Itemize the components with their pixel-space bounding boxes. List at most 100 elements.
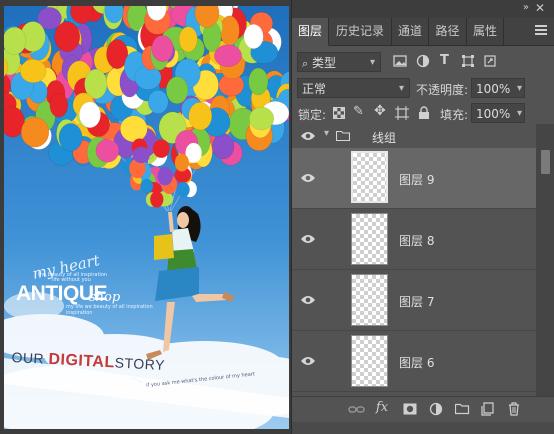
- eye-icon[interactable]: [300, 234, 316, 244]
- balloon: [188, 101, 213, 131]
- fill-input[interactable]: 100% ▾: [471, 103, 525, 123]
- tab-properties[interactable]: 属性: [467, 18, 504, 45]
- balloon: [140, 178, 154, 194]
- smart-object-filter-icon[interactable]: [483, 54, 497, 68]
- filter-row: ⌕ 类型 ▾ T: [292, 50, 554, 123]
- layer-row[interactable]: 图层 6: [292, 331, 536, 392]
- balloon: [176, 182, 190, 198]
- trash-icon[interactable]: [507, 402, 525, 418]
- balloon: [243, 24, 264, 49]
- balloon: [19, 59, 47, 84]
- poster-small-text: inspiration: [66, 310, 93, 316]
- panel-bottom-bar: fx: [292, 396, 554, 423]
- tab-layers[interactable]: 图层: [292, 18, 329, 46]
- balloon: [132, 146, 150, 164]
- poster-image: my heart the beauty of all inspiration l…: [4, 6, 289, 429]
- chevron-down-icon: ▾: [369, 57, 375, 68]
- eye-icon[interactable]: [300, 173, 316, 183]
- lock-image-pixels-icon[interactable]: ✎: [353, 104, 364, 119]
- chevron-down-icon: ▾: [516, 83, 522, 94]
- poster-title-script: shop: [89, 290, 121, 305]
- chevron-down-icon: ▾: [516, 108, 522, 119]
- search-icon: ⌕: [302, 57, 309, 70]
- balloon: [165, 76, 189, 105]
- eye-icon[interactable]: [300, 295, 316, 305]
- opacity-value: 100%: [476, 82, 511, 96]
- balloon: [219, 15, 240, 46]
- group-row[interactable]: ▾ 线组: [292, 124, 536, 149]
- layer-name: 图层 9: [399, 173, 435, 187]
- fill-value: 100%: [476, 107, 511, 121]
- folder-icon[interactable]: [455, 403, 473, 419]
- lock-all-icon[interactable]: [418, 106, 430, 120]
- balloon: [58, 123, 83, 152]
- balloon: [49, 93, 69, 118]
- tagline-highlight: DIGITAL: [48, 350, 116, 372]
- opacity-label: 不透明度:: [416, 83, 469, 97]
- lock-position-icon[interactable]: ✥: [374, 103, 386, 119]
- tab-paths[interactable]: 路径: [429, 18, 467, 45]
- adjustment-icon[interactable]: [429, 402, 447, 418]
- balloon: [54, 21, 81, 52]
- layers-panel: » ✕ 图层 历史记录 通道 路径 属性 ⌕ 类型 ▾ T 正常 ▾ 不透明度:…: [291, 0, 554, 434]
- filter-kind-value: 类型: [312, 56, 337, 70]
- layer-name: 图层 8: [399, 234, 435, 248]
- layer-row[interactable]: 图层 8: [292, 209, 536, 270]
- type-filter-icon[interactable]: T: [440, 53, 449, 68]
- image-filter-icon[interactable]: [393, 55, 407, 67]
- panel-title-strip: » ✕: [292, 0, 554, 18]
- tagline-part-1: OUR: [11, 349, 49, 367]
- layer-name: 图层 7: [399, 295, 435, 309]
- panel-tabbar: 图层 历史记录 通道 路径 属性: [292, 18, 554, 46]
- blend-mode-value: 正常: [302, 82, 327, 96]
- lock-label: 锁定:: [298, 108, 327, 122]
- lock-row: 锁定: ✎ ✥ 填充: 100% ▾: [292, 102, 554, 124]
- balloon: [211, 133, 235, 160]
- balloon: [214, 44, 242, 67]
- layer-thumbnail: [351, 151, 388, 203]
- layer-row[interactable]: 图层 7: [292, 270, 536, 331]
- new-layer-icon[interactable]: [481, 402, 499, 418]
- mask-icon[interactable]: [403, 403, 421, 419]
- scrollbar-thumb[interactable]: [541, 150, 550, 174]
- adjustment-filter-icon[interactable]: [416, 54, 430, 68]
- panel-menu-icon[interactable]: [535, 25, 547, 36]
- fx-icon[interactable]: fx: [373, 400, 391, 416]
- balloon: [150, 191, 164, 208]
- tab-history[interactable]: 历史记录: [329, 18, 392, 45]
- shape-filter-icon[interactable]: [461, 54, 475, 68]
- balloon: [95, 138, 120, 163]
- lock-artboard-icon[interactable]: [395, 106, 409, 120]
- lock-transparent-pixels-icon[interactable]: [333, 107, 345, 119]
- document-canvas[interactable]: my heart the beauty of all inspiration l…: [0, 0, 291, 434]
- eye-icon[interactable]: [300, 131, 316, 141]
- balloon: [248, 106, 275, 131]
- filter-kind-select[interactable]: ⌕ 类型 ▾: [297, 52, 381, 72]
- collapse-icon[interactable]: »: [523, 2, 529, 13]
- balloon: [120, 115, 148, 143]
- blend-row: 正常 ▾ 不透明度: 100% ▾: [292, 76, 554, 100]
- link-icon[interactable]: [348, 405, 366, 421]
- tab-channels[interactable]: 通道: [392, 18, 429, 45]
- fill-label: 填充:: [440, 108, 469, 122]
- balloon: [20, 116, 50, 148]
- layer-name: 图层 6: [399, 356, 435, 370]
- tagline-part-2: STORY: [114, 354, 166, 374]
- blend-mode-select[interactable]: 正常 ▾: [297, 78, 410, 98]
- layer-thumbnail: [351, 335, 388, 387]
- group-name: 线组: [372, 131, 397, 145]
- chevron-down-icon[interactable]: ▾: [324, 128, 329, 139]
- balloon: [178, 26, 198, 53]
- balloon: [152, 139, 170, 158]
- opacity-input[interactable]: 100% ▾: [471, 78, 525, 98]
- eye-icon[interactable]: [300, 356, 316, 366]
- layer-thumbnail: [351, 274, 388, 326]
- layers-scrollbar[interactable]: [536, 124, 554, 396]
- balloon: [78, 101, 101, 129]
- balloon: [157, 166, 173, 186]
- balloon: [151, 35, 174, 63]
- layer-row[interactable]: 图层 9: [292, 148, 536, 209]
- layer-thumbnail: [351, 213, 388, 265]
- close-icon[interactable]: ✕: [535, 1, 545, 15]
- layers-list: ▾ 线组 图层 9 图层 8 图层 7 图层 6: [292, 124, 536, 396]
